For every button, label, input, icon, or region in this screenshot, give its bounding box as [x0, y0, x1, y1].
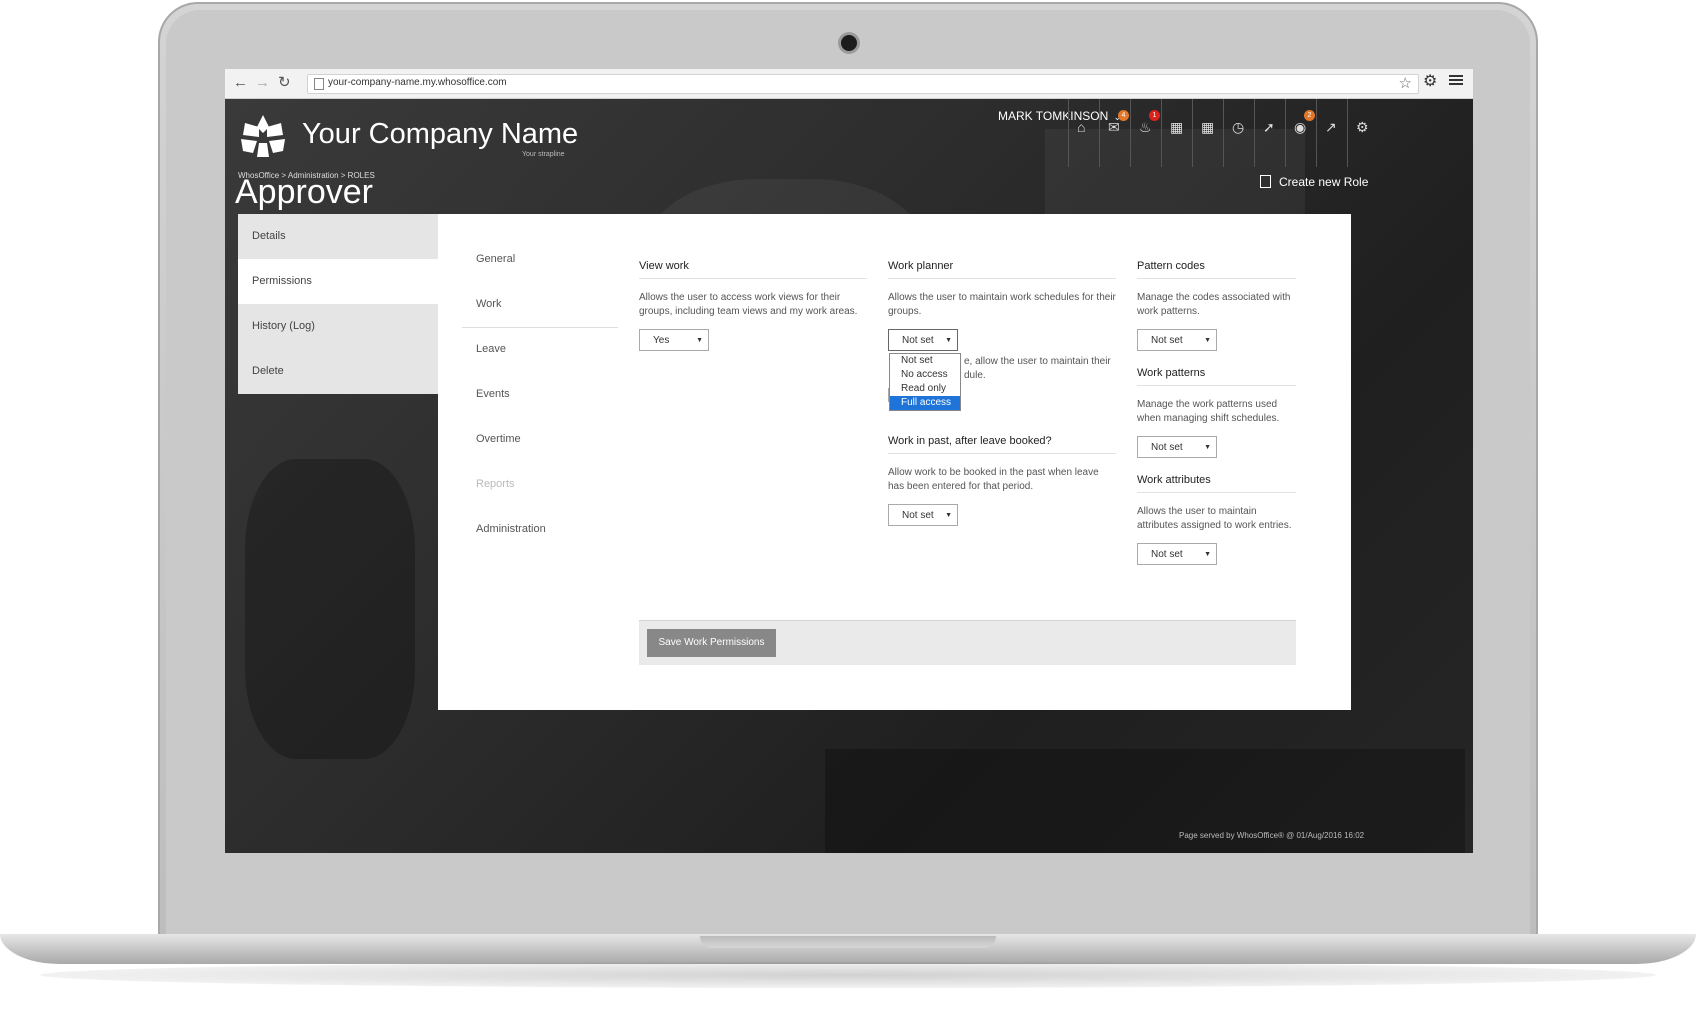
company-name: Your Company Name [302, 118, 579, 150]
work-patterns-description: Manage the work patterns used when manag… [1137, 399, 1280, 424]
save-bar: Save Work Permissions [639, 620, 1296, 665]
work-planner-description: Allows the user to maintain work schedul… [888, 292, 1116, 317]
chart-icon[interactable]: ↗ [1316, 99, 1348, 167]
subnav-general[interactable]: General [462, 238, 618, 283]
globe-icon[interactable]: ◉ 2 [1285, 99, 1317, 167]
tab-delete[interactable]: Delete [238, 349, 438, 394]
strapline: Your strapline [522, 151, 565, 158]
subnav-administration[interactable]: Administration [462, 508, 618, 553]
dropdown-arrow-icon: ▼ [696, 337, 703, 344]
background-photo-shape [825, 749, 1465, 853]
settings-icon[interactable]: ⚙ [1423, 72, 1437, 92]
dropdown-arrow-icon: ▼ [1204, 551, 1211, 558]
work-planner-section: Work planner Allows the user to maintain… [888, 260, 1116, 526]
logo-icon [241, 115, 285, 157]
work-attributes-title: Work attributes [1137, 474, 1296, 493]
arrow-left-icon[interactable]: ← [233, 73, 248, 93]
dropdown-arrow-icon: ▼ [1204, 444, 1211, 451]
view-work-description: Allows the user to access work views for… [639, 292, 858, 317]
pattern-codes-section: Pattern codes Manage the codes associate… [1137, 260, 1296, 565]
view-work-value: Yes [653, 335, 670, 346]
work-attributes-section: Work attributes Allows the user to maint… [1137, 474, 1296, 565]
view-work-select[interactable]: Yes ▼ [639, 329, 709, 351]
star-icon[interactable]: ☆ [1399, 75, 1412, 92]
browser-toolbar: ← → ↻ your-company-name.my.whosoffice.co… [225, 69, 1473, 99]
view-work-title: View work [639, 260, 867, 279]
option-read-only[interactable]: Read only [890, 382, 960, 396]
tab-permissions[interactable]: Permissions [238, 259, 438, 304]
work-planner-title: Work planner [888, 260, 1116, 279]
address-bar[interactable]: your-company-name.my.whosoffice.com ☆ [307, 74, 1419, 94]
mail-icon[interactable]: ✉ 4 [1099, 99, 1131, 167]
document-icon [1260, 175, 1271, 188]
subnav-leave[interactable]: Leave [462, 328, 618, 373]
option-not-set[interactable]: Not set [890, 354, 960, 368]
pattern-codes-select[interactable]: Not set ▼ [1137, 329, 1217, 351]
work-patterns-section: Work patterns Manage the work patterns u… [1137, 367, 1296, 458]
work-in-past-select[interactable]: Not set ▼ [888, 504, 958, 526]
tab-history-log[interactable]: History (Log) [238, 304, 438, 349]
pattern-codes-value: Not set [1151, 335, 1183, 346]
background-photo-shape [245, 459, 415, 759]
work-planner-value: Not set [902, 335, 934, 346]
work-in-past-title: Work in past, after leave booked? [888, 435, 1116, 454]
clock-icon[interactable]: ◷ [1223, 99, 1255, 167]
view-work-section: View work Allows the user to access work… [639, 260, 867, 351]
work-attributes-select[interactable]: Not set ▼ [1137, 543, 1217, 565]
work-in-past-description: Allow work to be booked in the past when… [888, 467, 1099, 492]
pattern-codes-description: Manage the codes associated with work pa… [1137, 292, 1291, 317]
arrow-right-icon[interactable]: → [255, 73, 270, 93]
create-role-label: Create new Role [1279, 175, 1369, 189]
dropdown-arrow-icon: ▼ [1204, 337, 1211, 344]
work-in-past-section: Work in past, after leave booked? Allow … [888, 435, 1116, 526]
work-planner-select[interactable]: Not set ▼ Not set No access Read only Ful… [888, 329, 961, 411]
camera-icon [841, 35, 857, 51]
work-patterns-select[interactable]: Not set ▼ [1137, 436, 1217, 458]
page-icon [314, 78, 324, 90]
page-title: Approver [235, 173, 373, 211]
url-text: your-company-name.my.whosoffice.com [328, 77, 507, 88]
permission-sub-nav: General Work Leave Events Overtime Repor… [462, 238, 618, 553]
calendar-icon[interactable]: ▦ [1161, 99, 1193, 167]
hidden-description-line1: e, allow the user to maintain their [964, 356, 1111, 367]
work-patterns-title: Work patterns [1137, 367, 1296, 386]
option-no-access[interactable]: No access [890, 368, 960, 382]
pin-icon[interactable]: ➚ [1254, 99, 1286, 167]
hidden-option-description: e, allow the user to maintain their dule… [964, 355, 1116, 383]
mail-badge: 4 [1118, 110, 1129, 121]
create-role-button[interactable]: Create new Role [1260, 175, 1368, 189]
bell-badge: 1 [1149, 110, 1160, 121]
gear-icon[interactable]: ⚙ [1347, 99, 1379, 167]
globe-badge: 2 [1304, 110, 1315, 121]
dropdown-arrow-icon: ▼ [945, 337, 952, 344]
subnav-reports: Reports [476, 478, 515, 490]
work-in-past-value: Not set [902, 510, 934, 521]
grid-icon[interactable]: ▦ [1192, 99, 1224, 167]
home-icon[interactable]: ⌂ [1068, 99, 1100, 167]
subnav-work[interactable]: Work [462, 283, 618, 328]
save-work-permissions-button[interactable]: Save Work Permissions [647, 629, 776, 657]
subnav-events[interactable]: Events [462, 373, 618, 418]
dropdown-arrow-icon: ▼ [945, 512, 952, 519]
pattern-codes-title: Pattern codes [1137, 260, 1296, 279]
content-panel: General Work Leave Events Overtime Repor… [438, 214, 1351, 710]
bell-icon[interactable]: ♨ 1 [1130, 99, 1162, 167]
hidden-description-line2: dule. [964, 370, 986, 381]
work-attributes-value: Not set [1151, 549, 1183, 560]
reload-icon[interactable]: ↻ [278, 73, 291, 93]
work-patterns-value: Not set [1151, 442, 1183, 453]
screen: ← → ↻ your-company-name.my.whosoffice.co… [225, 69, 1473, 853]
menu-icon[interactable] [1449, 73, 1463, 87]
option-full-access[interactable]: Full access [890, 396, 960, 410]
work-planner-dropdown-list: Not set No access Read only Full access [889, 353, 961, 411]
tab-details[interactable]: Details [238, 214, 438, 259]
work-attributes-description: Allows the user to maintain attributes a… [1137, 506, 1292, 531]
footer-note: Page served by WhosOffice® @ 01/Aug/2016… [1179, 831, 1365, 840]
left-nav: Details Permissions History (Log) Delete [238, 214, 438, 394]
subnav-overtime[interactable]: Overtime [462, 418, 618, 463]
laptop-notch [700, 936, 996, 948]
laptop-shadow [40, 962, 1656, 988]
